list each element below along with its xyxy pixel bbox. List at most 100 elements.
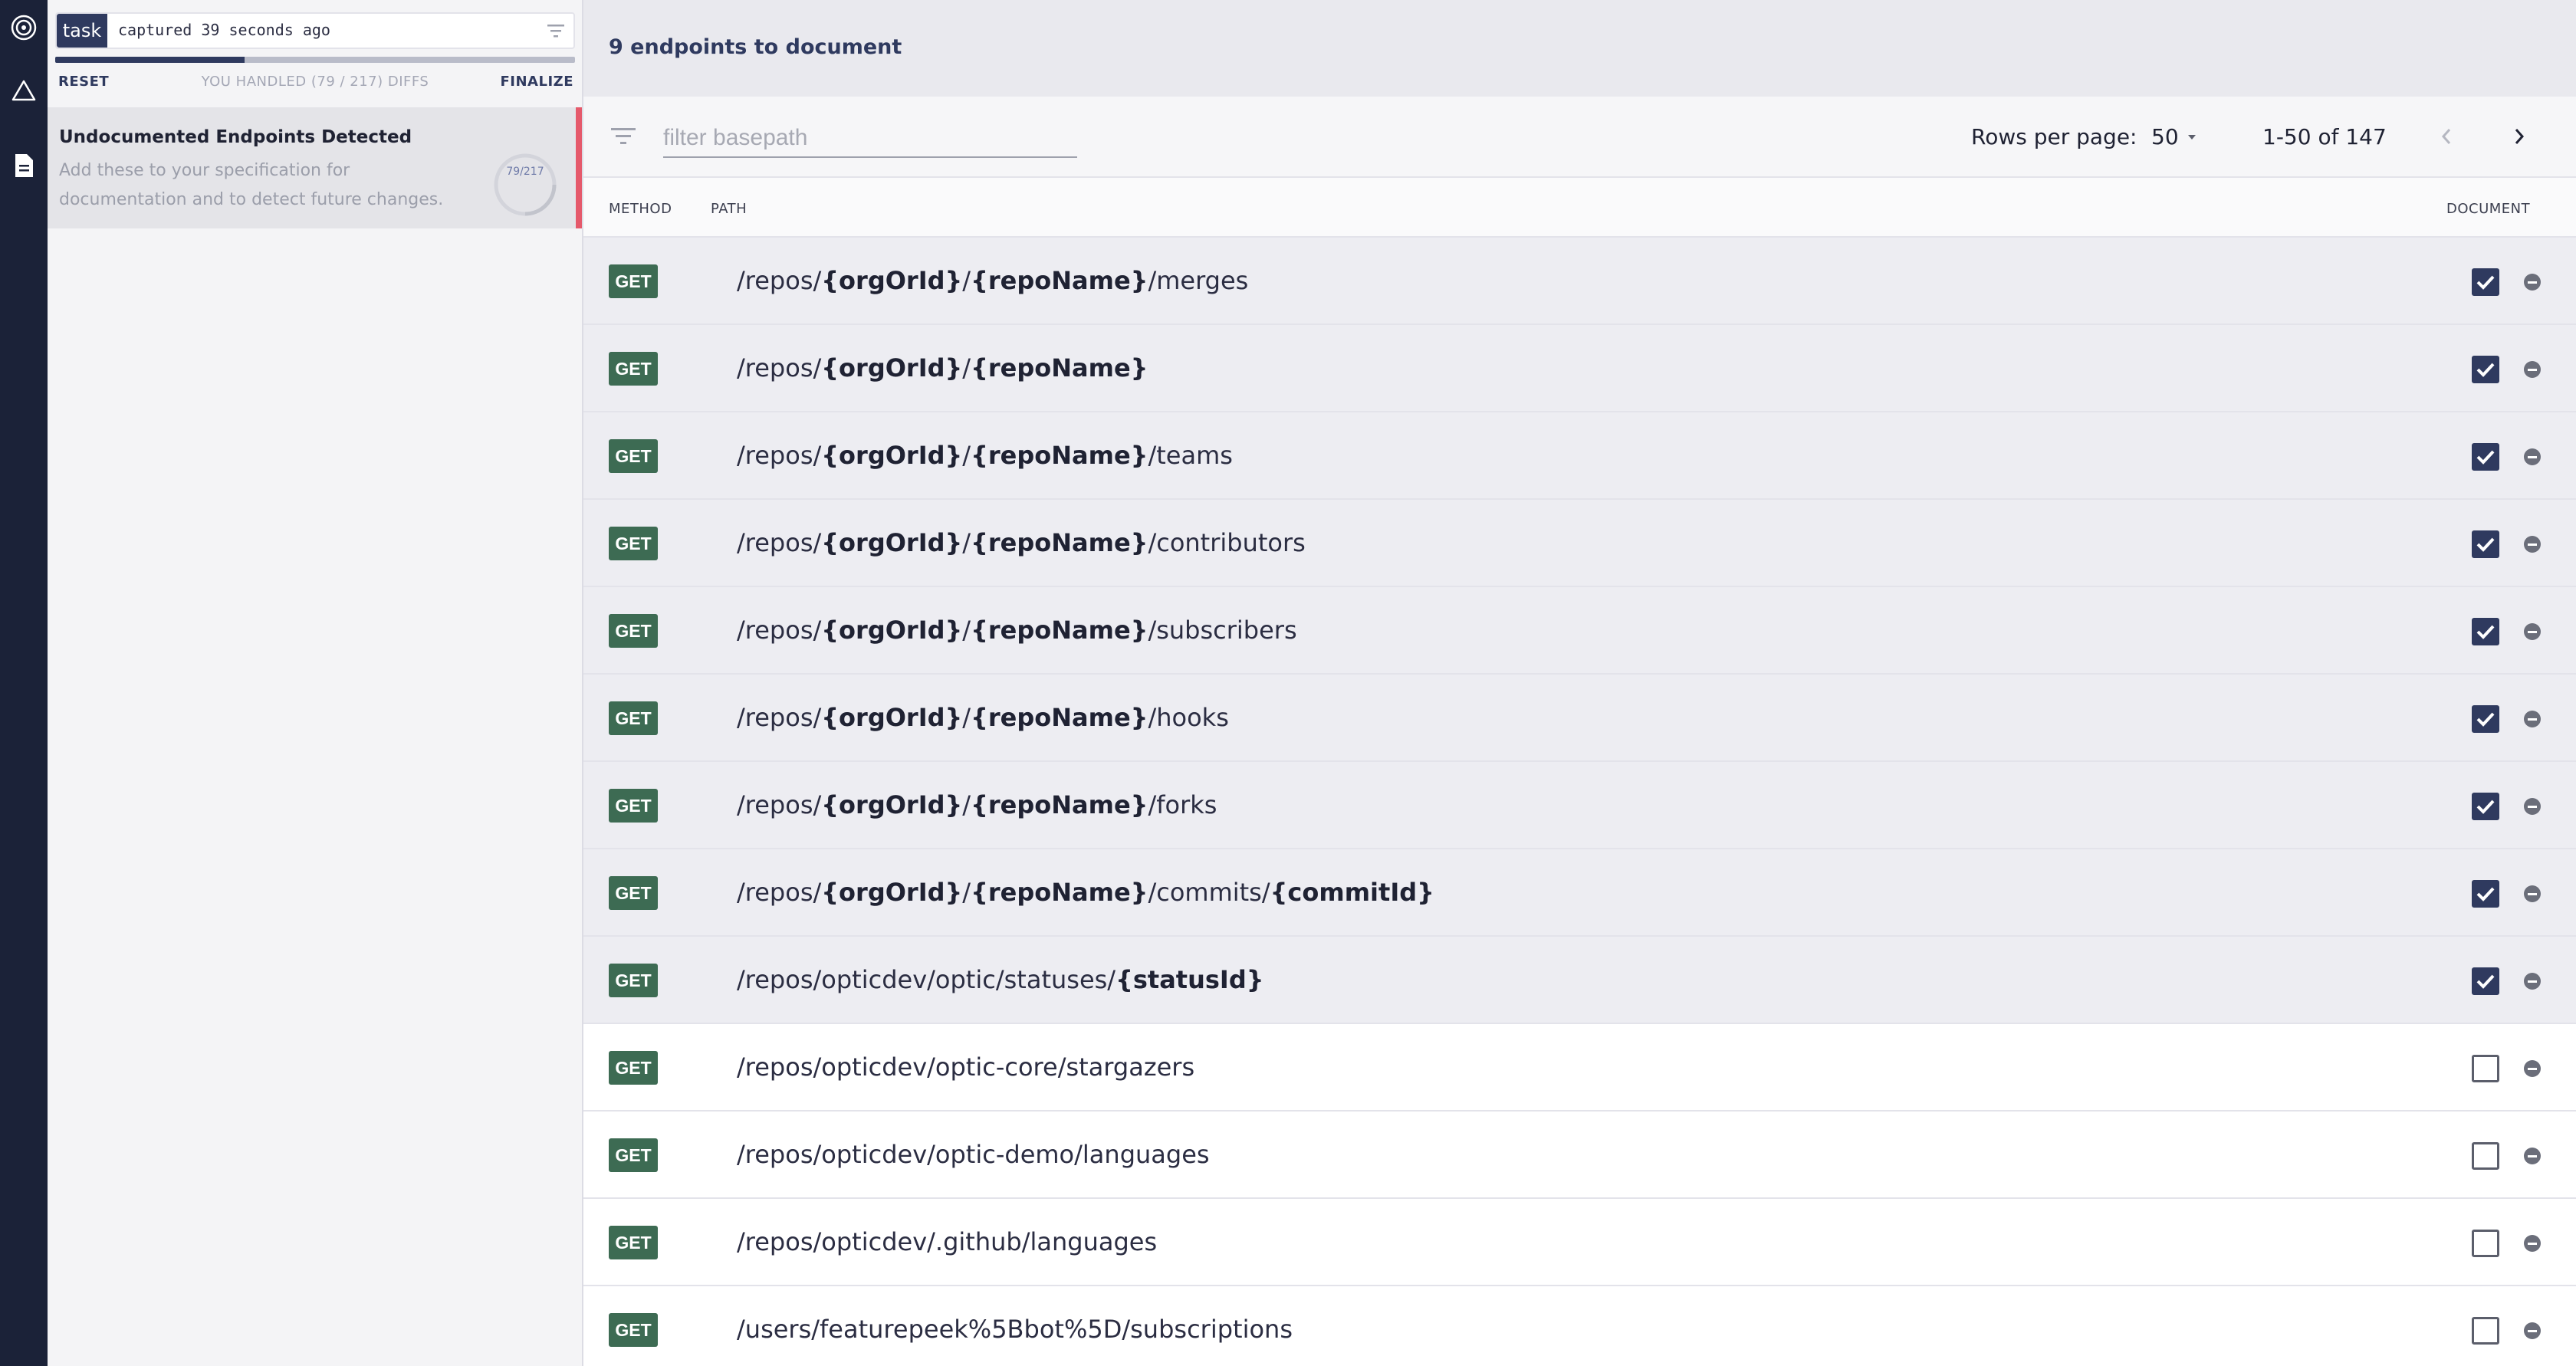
endpoint-row[interactable]: GET/repos/{orgOrId}/{repoName}/teams: [583, 412, 2576, 500]
endpoint-row[interactable]: GET/repos/{orgOrId}/{repoName}: [583, 325, 2576, 412]
document-checkbox[interactable]: [2472, 967, 2499, 995]
diff-counter: 79/217: [506, 166, 544, 178]
path-segment: /repos/: [737, 266, 822, 295]
path-segment: /hooks: [1148, 703, 1229, 732]
path-parameter: {repoName}: [971, 703, 1148, 732]
method-badge: GET: [609, 527, 658, 560]
check-icon: [2476, 625, 2495, 639]
ignore-endpoint-icon[interactable]: [2524, 885, 2541, 902]
ignore-endpoint-icon[interactable]: [2524, 1235, 2541, 1252]
check-icon: [2476, 974, 2495, 989]
column-header-method: METHOD: [609, 201, 672, 217]
path-parameter: {orgOrId}: [821, 703, 963, 732]
document-checkbox[interactable]: [2472, 705, 2499, 733]
table-toolbar: Rows per page: 50 1-50 of 147: [583, 97, 2576, 178]
chevron-left-icon: [2441, 129, 2451, 144]
endpoint-row[interactable]: GET/repos/{orgOrId}/{repoName}/hooks: [583, 675, 2576, 762]
warning-triangle-icon[interactable]: [0, 75, 48, 106]
path-segment: /repos/opticdev/optic-demo/languages: [737, 1140, 1210, 1169]
endpoint-rows: GET/repos/{orgOrId}/{repoName}/merges GET…: [583, 238, 2576, 1366]
ignore-endpoint-icon[interactable]: [2524, 623, 2541, 640]
method-badge: GET: [609, 789, 658, 823]
diff-card-title: Undocumented Endpoints Detected: [59, 127, 412, 147]
ignore-endpoint-icon[interactable]: [2524, 448, 2541, 465]
check-icon: [2476, 887, 2495, 901]
endpoint-path: /repos/opticdev/optic-core/stargazers: [737, 1052, 1194, 1082]
progress-ring-icon: [494, 153, 557, 216]
document-checkbox[interactable]: [2472, 880, 2499, 908]
diff-card-undocumented[interactable]: Undocumented Endpoints Detected Add thes…: [48, 107, 582, 228]
document-checkbox[interactable]: [2472, 530, 2499, 558]
endpoint-path: /repos/{orgOrId}/{repoName}/merges: [737, 266, 1248, 295]
diff-review-panel: task captured 39 seconds ago RESET YOU H…: [48, 0, 583, 1366]
path-segment: /forks: [1148, 790, 1217, 819]
method-badge: GET: [609, 1313, 658, 1347]
ignore-endpoint-icon[interactable]: [2524, 1060, 2541, 1077]
basepath-filter-input[interactable]: [663, 120, 1077, 158]
path-segment: /repos/: [737, 790, 822, 819]
endpoint-row[interactable]: GET/repos/opticdev/optic/statuses/{statu…: [583, 937, 2576, 1024]
filter-icon[interactable]: [546, 21, 566, 43]
ignore-endpoint-icon[interactable]: [2524, 973, 2541, 990]
ignore-endpoint-icon[interactable]: [2524, 1322, 2541, 1339]
next-page-button[interactable]: [2504, 121, 2535, 152]
ignore-endpoint-icon[interactable]: [2524, 1148, 2541, 1164]
path-segment: /repos/opticdev/optic-core/stargazers: [737, 1052, 1195, 1082]
document-checkbox[interactable]: [2472, 1055, 2499, 1082]
ignore-endpoint-icon[interactable]: [2524, 798, 2541, 815]
path-segment: /repos/: [737, 703, 822, 732]
path-parameter: {repoName}: [971, 790, 1148, 819]
path-segment: /repos/opticdev/.github/languages: [737, 1227, 1158, 1256]
optic-logo-icon[interactable]: [0, 12, 48, 43]
endpoint-row[interactable]: GET/repos/{orgOrId}/{repoName}/commits/{…: [583, 849, 2576, 937]
capture-selector[interactable]: task captured 39 seconds ago: [55, 12, 575, 49]
path-segment: /commits/: [1148, 878, 1270, 907]
document-checkbox[interactable]: [2472, 443, 2499, 471]
endpoint-row[interactable]: GET/users/featurepeek%5Bbot%5D/subscript…: [583, 1286, 2576, 1366]
endpoint-row[interactable]: GET/repos/{orgOrId}/{repoName}/forks: [583, 762, 2576, 849]
endpoint-row[interactable]: GET/repos/{orgOrId}/{repoName}/subscribe…: [583, 587, 2576, 675]
method-badge: GET: [609, 439, 658, 473]
path-segment: /contributors: [1148, 528, 1306, 557]
path-segment: /teams: [1148, 441, 1233, 470]
endpoint-row[interactable]: GET/repos/{orgOrId}/{repoName}/contribut…: [583, 500, 2576, 587]
document-checkbox[interactable]: [2472, 356, 2499, 383]
ignore-endpoint-icon[interactable]: [2524, 711, 2541, 727]
document-checkbox[interactable]: [2472, 268, 2499, 296]
method-badge: GET: [609, 614, 658, 648]
ignore-endpoint-icon[interactable]: [2524, 536, 2541, 553]
finalize-button[interactable]: FINALIZE: [500, 74, 573, 90]
document-checkbox[interactable]: [2472, 793, 2499, 820]
diff-progress-fill: [55, 57, 245, 63]
rows-per-page-value: 50: [2151, 124, 2179, 149]
path-segment: /: [962, 353, 971, 383]
path-segment: /users/featurepeek%5Bbot%5D/subscription…: [737, 1315, 1293, 1344]
captured-time: captured 39 seconds ago: [118, 21, 330, 39]
diff-progress-bar: [55, 57, 575, 63]
path-segment: /subscribers: [1148, 616, 1297, 645]
document-icon[interactable]: [0, 150, 48, 181]
endpoint-path: /repos/{orgOrId}/{repoName}/subscribers: [737, 616, 1297, 645]
document-checkbox[interactable]: [2472, 618, 2499, 645]
method-badge: GET: [609, 1051, 658, 1085]
endpoint-row[interactable]: GET/repos/opticdev/.github/languages: [583, 1199, 2576, 1286]
endpoint-row[interactable]: GET/repos/opticdev/optic-demo/languages: [583, 1112, 2576, 1199]
path-segment: /: [962, 616, 971, 645]
ignore-endpoint-icon[interactable]: [2524, 274, 2541, 291]
chevron-right-icon: [2515, 129, 2525, 144]
icon-rail: [0, 0, 48, 1366]
document-checkbox[interactable]: [2472, 1230, 2499, 1257]
document-checkbox[interactable]: [2472, 1142, 2499, 1170]
method-badge: GET: [609, 1138, 658, 1172]
rows-per-page-select[interactable]: 50: [2151, 124, 2205, 149]
path-segment: /repos/: [737, 528, 822, 557]
endpoint-row[interactable]: GET/repos/opticdev/optic-core/stargazers: [583, 1024, 2576, 1112]
previous-page-button[interactable]: [2431, 121, 2462, 152]
endpoint-path: /repos/opticdev/optic/statuses/{statusId…: [737, 965, 1264, 994]
ignore-endpoint-icon[interactable]: [2524, 361, 2541, 378]
path-parameter: {repoName}: [971, 441, 1148, 470]
filter-icon[interactable]: [610, 124, 637, 152]
document-checkbox[interactable]: [2472, 1317, 2499, 1345]
method-badge: GET: [609, 701, 658, 735]
endpoint-row[interactable]: GET/repos/{orgOrId}/{repoName}/merges: [583, 238, 2576, 325]
